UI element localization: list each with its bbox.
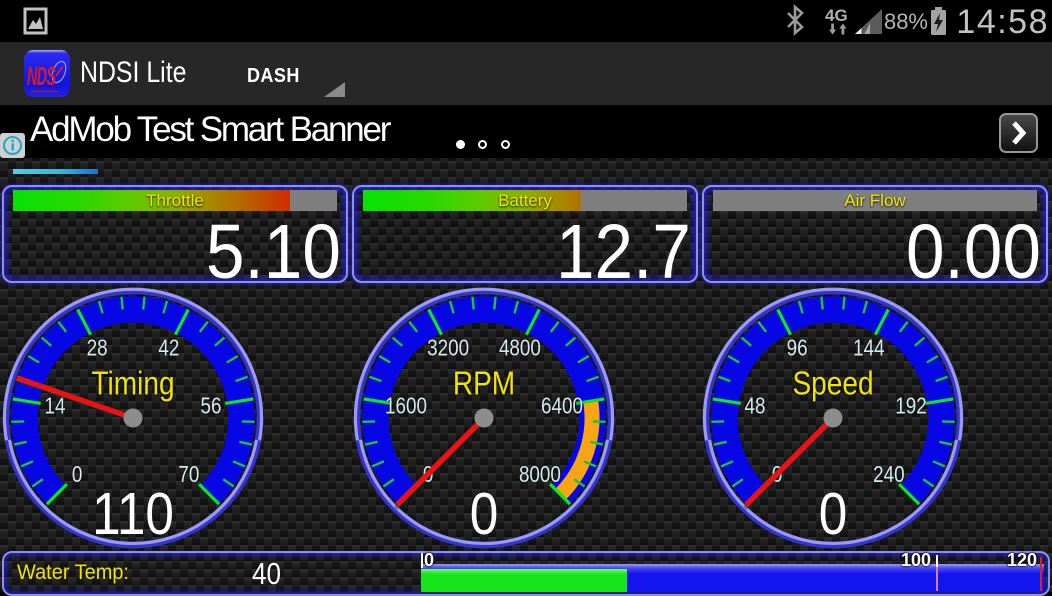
svg-text:42: 42 xyxy=(158,336,179,361)
svg-text:110: 110 xyxy=(92,481,174,547)
svg-text:1600: 1600 xyxy=(385,394,427,419)
svg-text:96: 96 xyxy=(787,336,808,361)
svg-text:56: 56 xyxy=(201,394,222,419)
svg-text:48: 48 xyxy=(745,394,766,419)
svg-text:8000: 8000 xyxy=(519,462,561,487)
svg-text:0: 0 xyxy=(72,462,82,487)
svg-text:RPM: RPM xyxy=(453,365,515,402)
svg-text:Timing: Timing xyxy=(91,365,174,402)
svg-text:88%: 88% xyxy=(884,9,928,34)
svg-text:28: 28 xyxy=(87,336,108,361)
svg-text:4800: 4800 xyxy=(499,336,541,361)
svg-text:192: 192 xyxy=(895,394,926,419)
svg-text:4G: 4G xyxy=(825,6,848,25)
svg-text:6400: 6400 xyxy=(541,394,583,419)
svg-text:70: 70 xyxy=(178,462,199,487)
svg-text:0: 0 xyxy=(819,481,848,547)
svg-text:0: 0 xyxy=(470,481,499,547)
svg-text:144: 144 xyxy=(853,336,885,361)
svg-text:DASH: DASH xyxy=(247,65,300,87)
svg-text:NDS: NDS xyxy=(27,63,56,92)
svg-text:3200: 3200 xyxy=(427,336,469,361)
svg-text:240: 240 xyxy=(873,462,904,487)
svg-text:14:58: 14:58 xyxy=(956,3,1049,41)
svg-text:NDSI Lite: NDSI Lite xyxy=(80,55,186,89)
svg-text:Speed: Speed xyxy=(792,365,873,402)
